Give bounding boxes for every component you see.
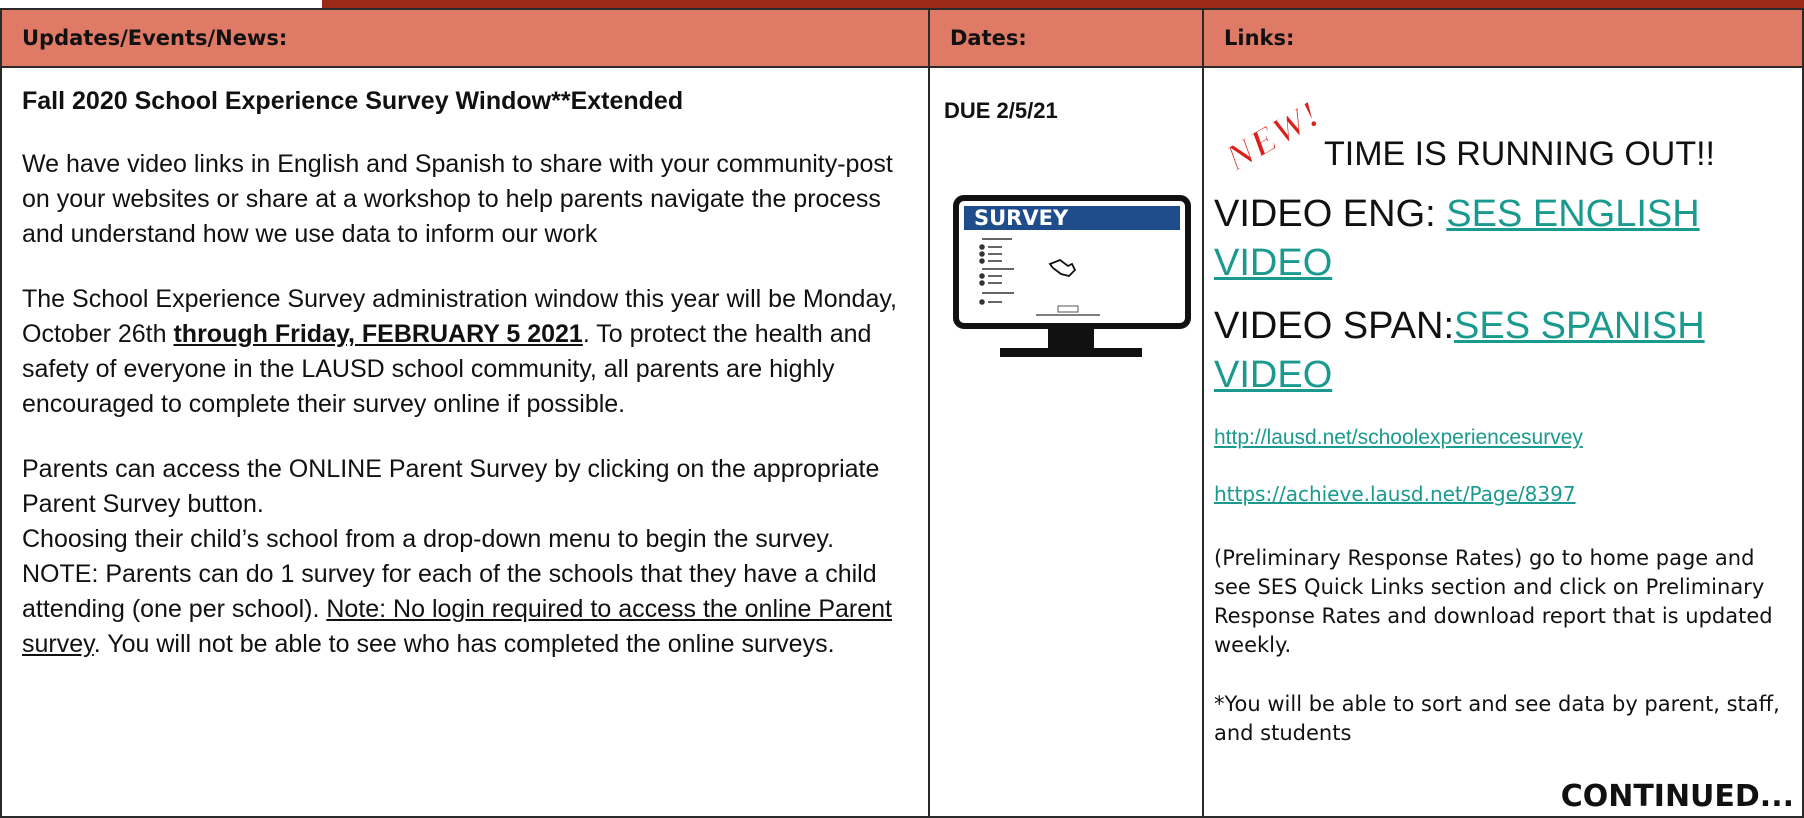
choose-paragraph: Choosing their child’s school from a dro… bbox=[22, 522, 908, 662]
new-badge-text: NEW! bbox=[1218, 93, 1318, 176]
survey-url-line: http://lausd.net/schoolexperiencesurvey bbox=[1214, 426, 1802, 450]
achieve-url-link[interactable]: https://achieve.lausd.net/Page/8397 bbox=[1214, 482, 1576, 506]
updates-cell: Fall 2020 School Experience Survey Windo… bbox=[0, 66, 930, 818]
sort-data-note: *You will be able to sort and see data b… bbox=[1214, 692, 1780, 745]
video-paragraph: We have video links in English and Spani… bbox=[22, 150, 893, 248]
access-paragraph: Parents can access the ONLINE Parent Sur… bbox=[22, 455, 880, 518]
window-paragraph: The School Experience Survey administrat… bbox=[22, 282, 908, 422]
header-dates: Dates: bbox=[928, 8, 1204, 68]
due-date: DUE 2/5/21 bbox=[944, 98, 1058, 123]
response-rates-note: (Preliminary Response Rates) go to home … bbox=[1214, 546, 1773, 657]
choose-text-end: . You will not be able to see who has co… bbox=[93, 630, 835, 658]
table-row: Fall 2020 School Experience Survey Windo… bbox=[0, 66, 1804, 818]
monitor-label: SURVEY bbox=[974, 206, 1069, 230]
links-cell: NEW! TIME IS RUNNING OUT!! VIDEO ENG: SE… bbox=[1202, 66, 1804, 818]
updates-table: Updates/Events/News: Dates: Links: Fall … bbox=[0, 8, 1804, 818]
survey-url-link[interactable]: http://lausd.net/schoolexperiencesurvey bbox=[1214, 426, 1583, 449]
time-running-out: TIME IS RUNNING OUT!! bbox=[1324, 135, 1715, 173]
hot-notice: NEW! TIME IS RUNNING OUT!! bbox=[1214, 88, 1802, 176]
video-eng-line: VIDEO ENG: SES ENGLISH VIDEO bbox=[1214, 190, 1802, 288]
top-accent-bar bbox=[322, 0, 1804, 8]
new-badge-icon: NEW! bbox=[1217, 92, 1318, 176]
header-updates: Updates/Events/News: bbox=[0, 8, 930, 68]
dates-cell: DUE 2/5/21 SURVEY bbox=[928, 66, 1204, 818]
survey-monitor-icon: SURVEY bbox=[952, 194, 1202, 369]
header-links: Links: bbox=[1202, 8, 1804, 68]
event-title: Fall 2020 School Experience Survey Windo… bbox=[22, 87, 684, 115]
video-span-line: VIDEO SPAN:SES SPANISH VIDEO bbox=[1214, 302, 1802, 400]
window-deadline: through Friday, FEBRUARY 5 2021 bbox=[173, 320, 583, 348]
table-header-row: Updates/Events/News: Dates: Links: bbox=[0, 8, 1804, 68]
video-eng-label: VIDEO ENG: bbox=[1214, 193, 1447, 235]
achieve-url-line: https://achieve.lausd.net/Page/8397 bbox=[1214, 482, 1802, 506]
continued-label: CONTINUED... bbox=[1560, 779, 1794, 814]
video-span-label: VIDEO SPAN: bbox=[1214, 305, 1455, 347]
